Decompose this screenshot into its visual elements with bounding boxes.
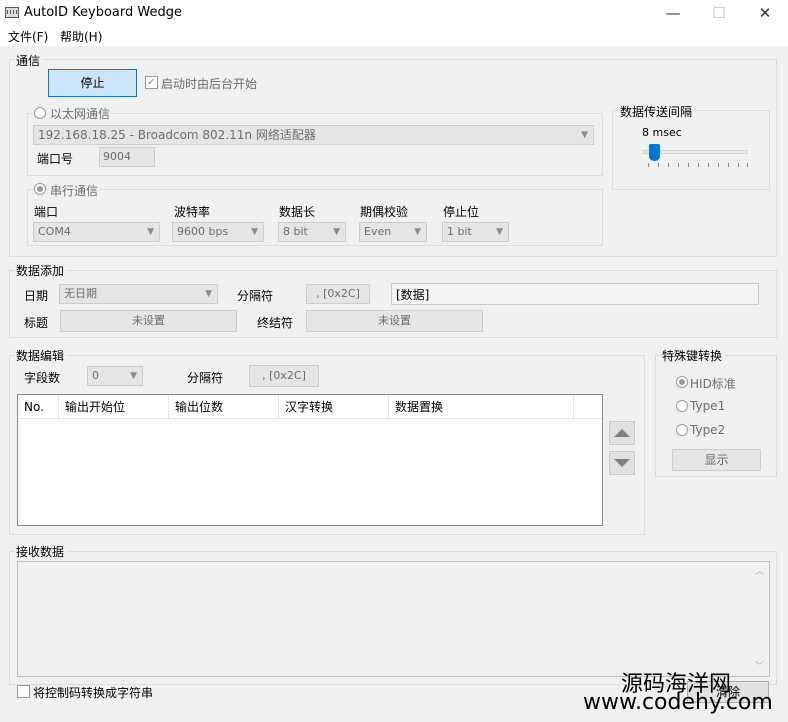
type2-label: Type2 — [690, 423, 726, 437]
keyboard-app-icon — [5, 7, 19, 18]
parity-label: 期偶校验 — [360, 205, 409, 219]
autostart-checkbox[interactable]: ✓ — [145, 76, 158, 89]
serial-port-label: 端口 — [34, 205, 59, 219]
type1-radio[interactable] — [676, 400, 688, 412]
menu-file[interactable]: 文件(F) — [8, 28, 48, 45]
window-title: AutoID Keyboard Wedge — [24, 5, 182, 20]
move-down-button[interactable] — [609, 451, 635, 475]
arrow-down-icon — [614, 459, 630, 467]
type2-radio[interactable] — [676, 424, 688, 436]
serial-port-value: COM4 — [38, 225, 71, 238]
title-bar: AutoID Keyboard Wedge — ☐ ✕ — [0, 0, 788, 26]
stop-bit-select[interactable]: 1 bit ▼ — [442, 222, 509, 242]
hid-standard-label: HID标准 — [690, 377, 736, 391]
receive-label: 接收数据 — [14, 543, 67, 560]
chevron-down-icon: ▼ — [147, 227, 154, 237]
column-header[interactable]: 输出位数 — [169, 395, 279, 419]
field-table-header: No. 输出开始位 输出位数 汉字转换 数据置换 — [18, 395, 602, 419]
stop-bit-label: 停止位 — [443, 205, 480, 219]
terminator-button[interactable]: 未设置 — [306, 310, 483, 332]
chevron-down-icon: ▼ — [251, 227, 258, 237]
data-preview: [数据] — [391, 283, 759, 305]
menu-help[interactable]: 帮助(H) — [60, 28, 102, 45]
menu-bar: 文件(F) 帮助(H) — [0, 26, 788, 46]
hid-standard-radio[interactable] — [676, 376, 688, 388]
move-up-button[interactable] — [609, 421, 635, 445]
column-header[interactable]: 输出开始位 — [59, 395, 169, 419]
field-table[interactable]: No. 输出开始位 输出位数 汉字转换 数据置换 — [17, 394, 603, 526]
convert-control-code-checkbox[interactable] — [17, 685, 30, 698]
autostart-label: 启动时由后台开始 — [161, 77, 258, 91]
serial-port-select[interactable]: COM4 ▼ — [33, 222, 160, 242]
chevron-down-icon: ▼ — [414, 227, 421, 237]
column-header[interactable]: 数据置换 — [389, 395, 574, 419]
parity-select[interactable]: Even ▼ — [359, 222, 427, 242]
title-label: 标题 — [24, 316, 49, 330]
minimize-button[interactable]: — — [650, 0, 696, 26]
interval-slider-thumb[interactable] — [648, 144, 660, 161]
adapter-select[interactable]: 192.168.18.25 - Broadcom 802.11n 网络适配器 ▼ — [33, 125, 594, 145]
special-key-label: 特殊键转换 — [660, 347, 725, 364]
column-header[interactable]: No. — [18, 395, 59, 419]
close-button[interactable]: ✕ — [742, 0, 788, 26]
data-edit-separator-field[interactable]: , [0x2C] — [249, 365, 319, 387]
receive-scrollbar[interactable]: ︿ ﹀ — [752, 562, 769, 676]
field-count-value: 0 — [92, 369, 99, 382]
show-button[interactable]: 显示 — [672, 449, 761, 471]
data-add-separator-field[interactable]: , [0x2C] — [306, 284, 370, 304]
port-number-field[interactable]: 9004 — [99, 147, 155, 167]
baud-select[interactable]: 9600 bps ▼ — [172, 222, 264, 242]
ethernet-label: 以太网通信 — [48, 105, 113, 122]
adapter-value: 192.168.18.25 - Broadcom 802.11n 网络适配器 — [38, 128, 316, 142]
baud-value: 9600 bps — [177, 225, 229, 238]
chevron-down-icon: ▼ — [205, 289, 212, 299]
field-count-select[interactable]: 0 ▼ — [87, 366, 143, 386]
port-number-label: 端口号 — [37, 152, 74, 166]
parity-value: Even — [364, 225, 392, 238]
stop-bit-value: 1 bit — [447, 225, 472, 238]
data-length-label: 数据长 — [279, 205, 316, 219]
chevron-down-icon: ▼ — [333, 227, 340, 237]
date-value: 无日期 — [64, 287, 97, 300]
arrow-up-icon — [614, 429, 630, 437]
field-count-label: 字段数 — [24, 371, 61, 385]
stop-button[interactable]: 停止 — [48, 69, 137, 97]
data-length-value: 8 bit — [283, 225, 308, 238]
receive-data-area[interactable]: ︿ ﹀ — [17, 561, 770, 677]
column-header[interactable]: 汉字转换 — [279, 395, 389, 419]
baud-label: 波特率 — [174, 205, 211, 219]
data-length-select[interactable]: 8 bit ▼ — [278, 222, 346, 242]
interval-value: 8 msec — [642, 126, 682, 139]
title-button[interactable]: 未设置 — [60, 310, 237, 332]
comm-group-label: 通信 — [14, 52, 43, 69]
convert-control-code-label: 将控制码转换成字符串 — [33, 686, 154, 700]
scroll-down-icon[interactable]: ﹀ — [755, 659, 764, 672]
data-edit-label: 数据编辑 — [14, 347, 67, 364]
type1-label: Type1 — [690, 399, 726, 413]
ethernet-radio[interactable] — [34, 107, 46, 119]
chevron-down-icon: ▼ — [581, 130, 588, 140]
date-select[interactable]: 无日期 ▼ — [59, 284, 218, 304]
interval-slider-ticks — [648, 163, 748, 167]
data-add-separator-label: 分隔符 — [237, 289, 274, 303]
maximize-button: ☐ — [712, 4, 726, 22]
chevron-down-icon: ▼ — [496, 227, 503, 237]
terminator-label: 终结符 — [257, 316, 294, 330]
date-label: 日期 — [24, 289, 49, 303]
serial-label: 串行通信 — [48, 182, 101, 199]
data-add-label: 数据添加 — [14, 262, 67, 279]
watermark-url: www.codehy.com — [583, 690, 773, 715]
serial-radio[interactable] — [34, 183, 46, 195]
interval-label: 数据传送间隔 — [618, 103, 695, 120]
data-edit-separator-label: 分隔符 — [187, 371, 224, 385]
chevron-down-icon: ▼ — [130, 371, 137, 381]
scroll-up-icon[interactable]: ︿ — [755, 564, 764, 577]
